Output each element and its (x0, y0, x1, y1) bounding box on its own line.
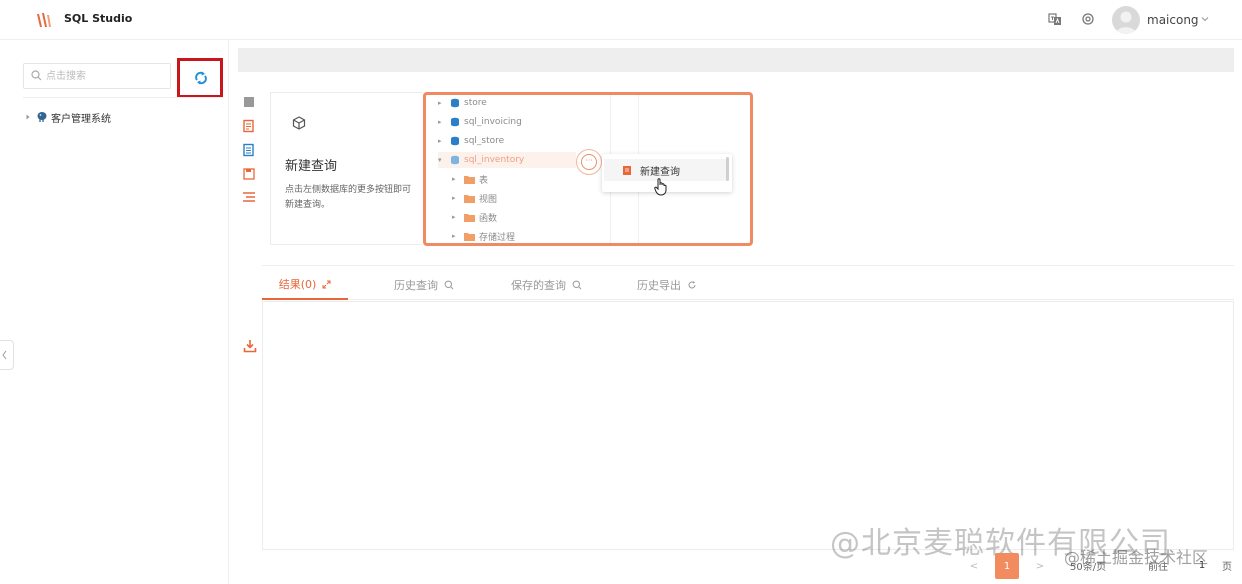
refresh-icon (688, 281, 696, 289)
stop-icon[interactable] (242, 95, 256, 109)
preview-child-row: ▸ 函数 (452, 213, 498, 224)
preview-db-row: ▸ sql_invoicing (438, 117, 522, 127)
user-name[interactable]: maicong (1147, 13, 1199, 27)
preview-db-row: ▸ store (438, 98, 487, 108)
tab-saved-queries[interactable]: 保存的查询 (511, 270, 582, 300)
chevron-down-icon[interactable] (1200, 14, 1210, 24)
watermark-secondary: @稀土掘金技术社区 (1064, 548, 1209, 567)
language-icon[interactable] (1048, 12, 1062, 26)
sidebar-collapse-button[interactable] (0, 340, 14, 370)
guide-description: 点击左侧数据库的更多按钮即可新建查询。 (285, 185, 412, 210)
panel-divider (262, 265, 1234, 266)
format-sql-icon[interactable] (242, 143, 256, 157)
refresh-button[interactable] (177, 58, 223, 98)
new-query-icon (623, 165, 631, 175)
page-unit-label: 页 (1222, 562, 1232, 573)
folder-icon (464, 175, 475, 184)
more-button-illustration: ··· (576, 149, 602, 175)
scrollbar (726, 157, 729, 181)
more-dots: ··· (581, 154, 597, 170)
caret-right-icon: ▸ (452, 213, 456, 221)
list-icon[interactable] (242, 190, 256, 204)
editor-tab-bar (238, 48, 1234, 72)
database-icon (451, 98, 459, 108)
hand-cursor-icon (654, 178, 667, 196)
sidebar-divider (23, 97, 223, 98)
database-icon (451, 155, 459, 165)
save-icon[interactable] (242, 167, 256, 181)
search-icon (444, 280, 454, 290)
caret-right-icon: ▸ (438, 137, 442, 145)
new-query-icon[interactable] (242, 119, 256, 133)
search-icon (31, 70, 42, 81)
search-box[interactable] (23, 63, 171, 89)
result-pane (262, 301, 1234, 550)
prev-page-button[interactable]: < (962, 553, 986, 579)
download-icon[interactable] (243, 339, 257, 353)
folder-icon (464, 232, 475, 241)
preview-child-row: ▸ 表 (452, 175, 489, 186)
caret-right-icon: ▸ (452, 232, 456, 240)
preview-db-row: ▸ sql_store (438, 136, 505, 146)
guide-preview-image: ▸ store ▸ sql_invoicing ▸ sql_store ▾ sq… (423, 92, 753, 246)
avatar-icon (1116, 11, 1136, 34)
result-tabs: 结果(0) 历史查询 保存的查询 历史导出 (262, 270, 1234, 300)
guide-title: 新建查询 (285, 159, 338, 174)
tab-history-exports[interactable]: 历史导出 (637, 270, 697, 300)
tree-item-database[interactable]: 客户管理系统 (24, 109, 111, 125)
user-avatar[interactable] (1112, 6, 1140, 34)
tab-history-queries[interactable]: 历史查询 (394, 270, 454, 300)
preview-db-row-active: ▾ sql_inventory (438, 152, 576, 168)
caret-down-icon: ▾ (438, 156, 442, 164)
caret-right-icon: ▸ (452, 175, 456, 183)
page-number-button[interactable]: 1 (995, 553, 1019, 579)
left-sidebar: 客户管理系统 (0, 40, 229, 584)
guide-card: 新建查询 点击左侧数据库的更多按钮即可新建查询。 (270, 92, 422, 245)
chevron-left-icon (2, 350, 7, 360)
expand-icon[interactable] (322, 280, 331, 289)
app-title: SQL Studio (64, 12, 133, 25)
folder-icon (464, 213, 475, 222)
caret-right-icon[interactable] (24, 113, 32, 121)
preview-child-row: ▸ 视图 (452, 194, 498, 205)
caret-right-icon: ▸ (438, 118, 442, 126)
tree-item-label: 客户管理系统 (51, 113, 111, 125)
cube-icon (292, 116, 306, 130)
app-root: SQL Studio maicong 点击搜索 客户管理系统 新建查询 点击左侧… (0, 0, 1242, 584)
folder-icon (464, 194, 475, 203)
search-input[interactable] (46, 68, 166, 85)
postgresql-icon (37, 112, 47, 122)
tab-results[interactable]: 结果(0) (262, 270, 348, 300)
top-header: SQL Studio maicong (0, 0, 1242, 40)
next-page-button[interactable]: > (1028, 553, 1052, 579)
refresh-icon (195, 71, 207, 85)
caret-right-icon: ▸ (452, 194, 456, 202)
database-icon (451, 136, 459, 146)
app-logo-icon (37, 13, 51, 27)
database-icon (451, 117, 459, 127)
preview-child-row: ▸ 存储过程 (452, 232, 516, 243)
search-icon (572, 280, 582, 290)
settings-icon[interactable] (1081, 12, 1095, 26)
caret-right-icon: ▸ (438, 99, 442, 107)
